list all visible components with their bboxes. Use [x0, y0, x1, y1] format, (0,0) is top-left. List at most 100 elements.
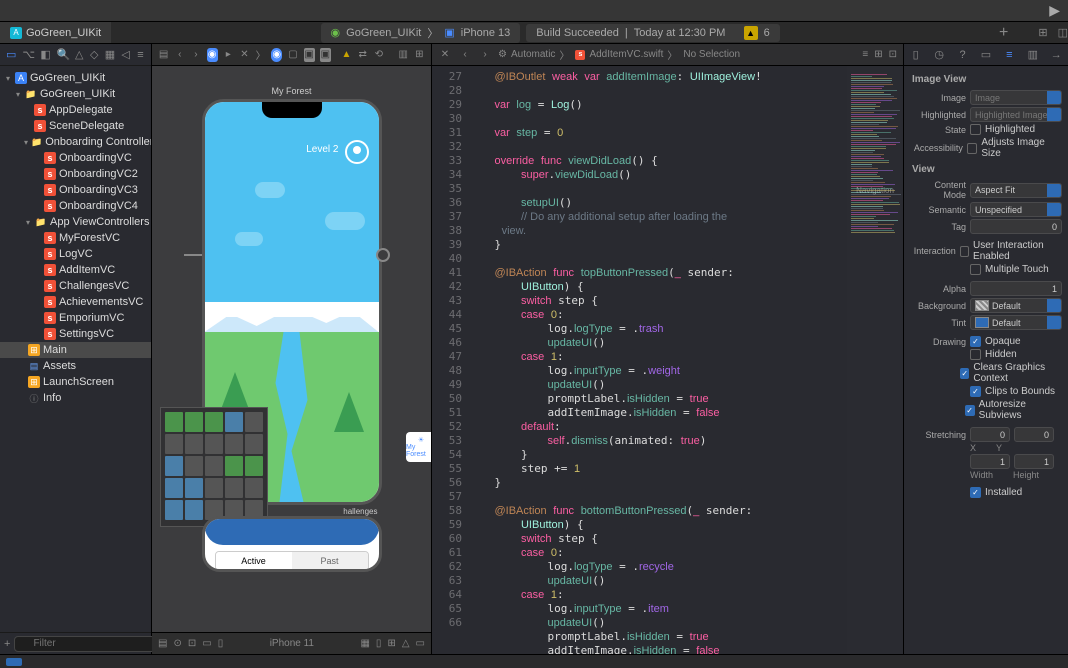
run-button[interactable]: ▶: [1049, 2, 1060, 19]
file-onboarding[interactable]: sOnboardingVC4: [0, 198, 151, 214]
first-responder-icon[interactable]: ▸: [223, 48, 234, 62]
related-items-icon[interactable]: ≡: [862, 49, 868, 60]
ib-canvas-body[interactable]: My Forest Level 2: [152, 66, 431, 632]
attributes-inspector-icon[interactable]: ≡: [1002, 49, 1016, 61]
user-interaction-checkbox[interactable]: User Interaction Enabled: [960, 240, 1062, 262]
forward-icon[interactable]: ›: [190, 48, 201, 62]
debug-navigator-icon[interactable]: ▦: [105, 48, 115, 61]
canvas-toolbar[interactable]: ▤ ‹ › ◉ ▸ ✕ 〉 ◉ ▢ ▣ ▣ ▲ ⇄ ⟲ ▥ ⊞: [152, 44, 431, 66]
group-appvc[interactable]: ▾📁App ViewControllers: [0, 214, 151, 230]
vc-icon[interactable]: ◉: [207, 48, 218, 62]
file-appdelegate[interactable]: sAppDelegate: [0, 102, 151, 118]
group-onboarding[interactable]: ▾📁Onboarding Controllers: [0, 134, 151, 150]
code-text[interactable]: @IBOutlet weak var addItemImage: UIImage…: [468, 66, 847, 654]
rotate-icon[interactable]: ▭: [202, 638, 211, 649]
segment-active[interactable]: Active: [216, 552, 292, 570]
pin-icon[interactable]: ⊞: [387, 638, 395, 649]
tint-field[interactable]: Default: [970, 315, 1062, 330]
file-onboarding[interactable]: sOnboardingVC2: [0, 166, 151, 182]
vc2-icon[interactable]: ◉: [271, 48, 282, 62]
background-field[interactable]: Default: [970, 298, 1062, 313]
segment-past[interactable]: Past: [292, 552, 368, 570]
inspector-tabs[interactable]: ▯ ◷ ? ▭ ≡ ▥ →: [904, 44, 1068, 66]
resolve-icon[interactable]: △: [402, 638, 410, 649]
file-onboarding[interactable]: sOnboardingVC: [0, 150, 151, 166]
add-file-button[interactable]: +: [4, 638, 10, 650]
segue-node-icon[interactable]: [376, 248, 390, 262]
debug-area-toggle[interactable]: [6, 658, 22, 666]
add-editor-icon[interactable]: ⊞: [414, 48, 425, 62]
installed-checkbox[interactable]: ✓Installed: [970, 487, 1022, 498]
file-appvc[interactable]: sAddItemVC: [0, 262, 151, 278]
segue-icon[interactable]: 〉: [255, 48, 266, 62]
issue-icon[interactable]: ▲: [341, 48, 352, 62]
library-button[interactable]: ⊞: [1038, 26, 1047, 39]
file-appvc[interactable]: sLogVC: [0, 246, 151, 262]
outline-icon[interactable]: ▤: [158, 638, 167, 649]
stretch-h-field[interactable]: 1: [1014, 454, 1054, 469]
tree-root[interactable]: ▾AGoGreen_UIKit: [0, 70, 151, 86]
breakpoint-navigator-icon[interactable]: ◁: [121, 48, 130, 61]
report-navigator-icon[interactable]: ≡: [136, 49, 145, 61]
multiple-touch-checkbox[interactable]: Multiple Touch: [970, 264, 1049, 275]
project-navigator-icon[interactable]: ▭: [6, 48, 16, 61]
jump-selection[interactable]: No Selection: [683, 49, 740, 60]
add-editor-icon[interactable]: ⊞: [874, 49, 882, 60]
image-icon[interactable]: ▣: [320, 48, 331, 62]
file-appvc[interactable]: sChallengesVC: [0, 278, 151, 294]
zoom-icon[interactable]: ⊙: [173, 638, 181, 649]
jump-file[interactable]: s AddItemVC.swift 〉: [575, 47, 677, 62]
jump-mode[interactable]: ⚙ Automatic 〉: [498, 47, 569, 62]
semantic-field[interactable]: Unspecified: [970, 202, 1062, 217]
file-appvc[interactable]: sEmporiumVC: [0, 310, 151, 326]
clips-checkbox[interactable]: ✓Clips to Bounds: [970, 386, 1055, 397]
file-scenedelegate[interactable]: sSceneDelegate: [0, 118, 151, 134]
source-control-icon[interactable]: ⌥: [22, 48, 34, 61]
jump-bar[interactable]: ✕ ‹ › ⚙ Automatic 〉 s AddItemVC.swift 〉 …: [432, 44, 903, 66]
back-icon[interactable]: ‹: [458, 49, 472, 60]
assistant-icon[interactable]: ▥: [398, 48, 409, 62]
state-checkbox[interactable]: Highlighted: [970, 124, 1035, 135]
file-appvc[interactable]: sAchievementsVC: [0, 294, 151, 310]
connections-inspector-icon[interactable]: →: [1049, 49, 1063, 61]
stretch-w-field[interactable]: 1: [970, 454, 1010, 469]
project-tab[interactable]: A GoGreen_UIKit: [0, 22, 111, 43]
image-icon[interactable]: ▣: [304, 48, 315, 62]
tree-group[interactable]: ▾📁GoGreen_UIKit: [0, 86, 151, 102]
stretch-x-field[interactable]: 0: [970, 427, 1010, 442]
scene-tabbar[interactable]: hallenges Active Past: [202, 507, 382, 572]
help-inspector-icon[interactable]: ?: [956, 49, 970, 61]
device-label[interactable]: iPhone 11: [270, 638, 314, 649]
file-appvc[interactable]: sSettingsVC: [0, 326, 151, 342]
file-inspector-icon[interactable]: ▯: [909, 48, 923, 61]
view-icon[interactable]: ▢: [287, 48, 298, 62]
alpha-field[interactable]: 1: [970, 281, 1062, 296]
opaque-checkbox[interactable]: ✓Opaque: [970, 336, 1021, 347]
file-assets[interactable]: ▤Assets: [0, 358, 151, 374]
identity-inspector-icon[interactable]: ▭: [979, 48, 993, 61]
find-navigator-icon[interactable]: 🔍: [57, 48, 69, 61]
toggle-right-panel-button[interactable]: ◫: [1058, 26, 1068, 39]
embed-icon[interactable]: ▦: [360, 638, 369, 649]
symbol-navigator-icon[interactable]: ◧: [40, 48, 50, 61]
file-appvc[interactable]: sMyForestVC: [0, 230, 151, 246]
hidden-checkbox[interactable]: Hidden: [970, 349, 1017, 360]
constraints-icon[interactable]: ▭: [416, 638, 425, 649]
back-icon[interactable]: ‹: [174, 48, 185, 62]
file-onboarding[interactable]: sOnboardingVC3: [0, 182, 151, 198]
issue-navigator-icon[interactable]: △: [75, 48, 84, 61]
segmented-control[interactable]: Active Past: [215, 551, 369, 571]
adjust-icon[interactable]: ⊡: [188, 638, 196, 649]
device-icon[interactable]: ▯: [218, 638, 224, 649]
scheme-selector[interactable]: ◉ GoGreen_UIKit 〉 ▣ iPhone 13: [321, 23, 521, 43]
outline-toggle-icon[interactable]: ▤: [158, 48, 169, 62]
file-info[interactable]: ⓘInfo: [0, 390, 151, 406]
minimap-toggle-icon[interactable]: ⊡: [889, 49, 897, 60]
add-tab-button[interactable]: +: [989, 24, 1018, 42]
adjust-icon[interactable]: ⟲: [373, 48, 384, 62]
size-inspector-icon[interactable]: ▥: [1026, 48, 1040, 61]
accessibility-checkbox[interactable]: Adjusts Image Size: [967, 137, 1062, 159]
forward-icon[interactable]: ›: [478, 49, 492, 60]
related-icon[interactable]: ⇄: [357, 48, 368, 62]
profile-icon[interactable]: [345, 140, 369, 164]
